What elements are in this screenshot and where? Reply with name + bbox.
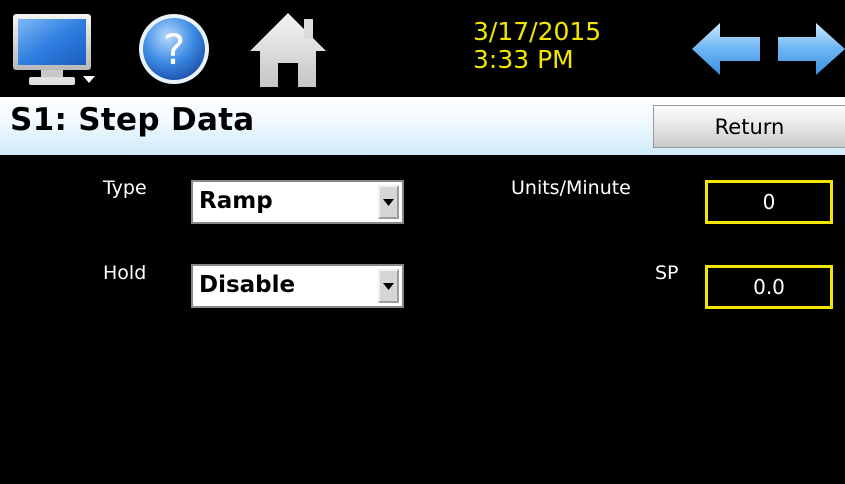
chevron-down-icon — [383, 198, 394, 206]
forward-button[interactable] — [776, 8, 845, 90]
type-dropdown-toggle[interactable] — [378, 185, 399, 219]
home-button[interactable] — [246, 8, 330, 90]
forward-arrow-icon — [778, 23, 845, 75]
top-toolbar: ? 3/17/2015 3:33 PM — [0, 0, 845, 97]
title-bar: S1: Step Data Return — [0, 97, 845, 155]
sp-label: SP — [655, 262, 679, 284]
help-button[interactable]: ? — [134, 8, 214, 90]
date-text: 3/17/2015 — [473, 17, 602, 46]
chevron-down-icon — [383, 282, 394, 290]
hold-label: Hold — [103, 262, 147, 284]
home-icon — [250, 13, 326, 87]
sp-input[interactable]: 0.0 — [705, 265, 833, 309]
hold-dropdown[interactable]: Disable — [191, 264, 404, 308]
monitor-icon — [13, 14, 95, 85]
units-per-minute-input[interactable]: 0 — [705, 180, 833, 224]
back-button[interactable] — [690, 8, 762, 90]
hold-selected-value: Disable — [199, 272, 296, 298]
help-icon: ? — [139, 14, 209, 84]
time-text: 3:33 PM — [473, 45, 574, 74]
svg-text:?: ? — [163, 25, 185, 74]
back-arrow-icon — [692, 23, 760, 75]
type-dropdown[interactable]: Ramp — [191, 180, 404, 224]
monitor-menu-button[interactable] — [10, 8, 98, 90]
return-button[interactable]: Return — [653, 105, 845, 148]
date-time-display: 3/17/2015 3:33 PM — [473, 18, 601, 74]
page-title: S1: Step Data — [10, 102, 255, 138]
type-label: Type — [103, 177, 147, 199]
step-data-screen: ? 3/17/2015 3:33 PM S1: Step Data Return… — [0, 0, 845, 484]
type-selected-value: Ramp — [199, 188, 273, 214]
hold-dropdown-toggle[interactable] — [378, 269, 399, 303]
units-per-minute-label: Units/Minute — [511, 177, 631, 199]
